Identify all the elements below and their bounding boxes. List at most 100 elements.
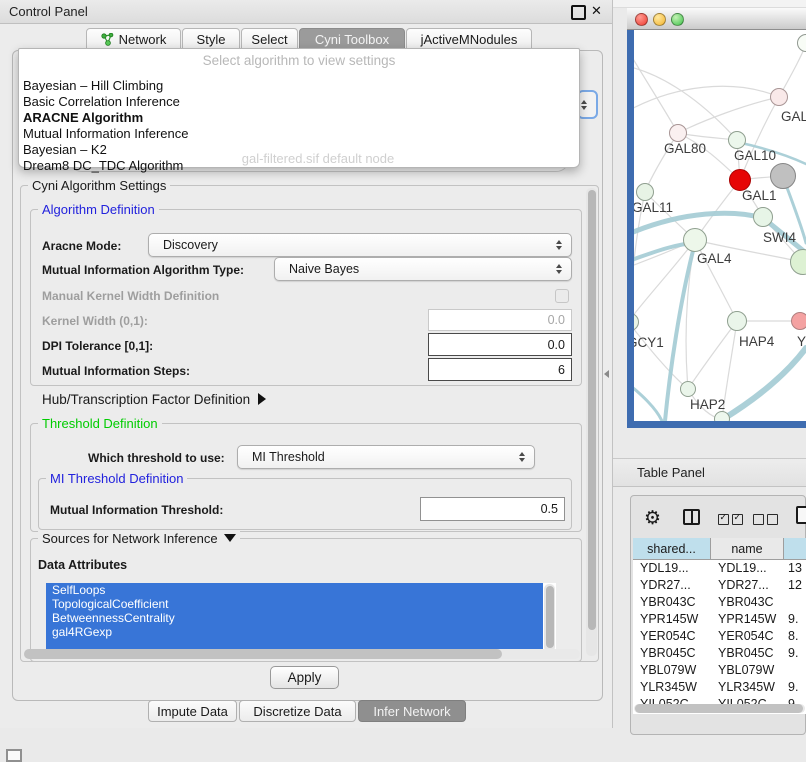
- table-cell: [784, 662, 806, 679]
- algorithm-option[interactable]: Mutual Information Inference: [19, 126, 579, 142]
- table-cell: YBR043C: [711, 594, 784, 611]
- tab-select[interactable]: Select: [241, 28, 298, 50]
- table-cell: YDL19...: [711, 560, 784, 577]
- table-row[interactable]: YBR045CYBR045C9.: [633, 645, 806, 662]
- select-all-checkboxes-icon[interactable]: [718, 512, 746, 530]
- sources-group-title[interactable]: Sources for Network Inference: [38, 531, 240, 546]
- network-node[interactable]: [636, 183, 654, 201]
- list-item[interactable]: TopologicalCoefficient: [46, 597, 543, 611]
- float-panel-icon[interactable]: [571, 5, 586, 20]
- table-cell: YBR045C: [711, 645, 784, 662]
- node-label: GAL1: [742, 188, 777, 203]
- deselect-all-checkboxes-icon[interactable]: [753, 512, 781, 530]
- list-item[interactable]: SelfLoops: [46, 583, 543, 597]
- table-cell: 12: [784, 577, 806, 594]
- algorithm-option[interactable]: Bayesian – K2: [19, 142, 579, 158]
- splitter-collapse-arrow[interactable]: [604, 370, 609, 378]
- node-label: SWI4: [763, 230, 796, 245]
- column-header[interactable]: shared...: [633, 538, 711, 560]
- close-window-icon[interactable]: [635, 13, 648, 26]
- mi-type-combo[interactable]: Naive Bayes: [274, 257, 572, 281]
- table-row[interactable]: YPR145WYPR145W9.: [633, 611, 806, 628]
- apply-button[interactable]: Apply: [270, 666, 339, 689]
- tab-impute-data[interactable]: Impute Data: [148, 700, 237, 722]
- tab-label: Style: [197, 32, 226, 47]
- which-threshold-combo[interactable]: MI Threshold: [237, 445, 535, 469]
- tab-jactivemnodules[interactable]: jActiveMNodules: [406, 28, 532, 50]
- tab-cyni-toolbox[interactable]: Cyni Toolbox: [299, 28, 405, 50]
- network-node[interactable]: [770, 88, 788, 106]
- table-cell: YBL079W: [711, 662, 784, 679]
- hub-definition-expander[interactable]: Hub/Transcription Factor Definition: [42, 392, 266, 407]
- algorithm-option[interactable]: Basic Correlation Inference: [19, 94, 579, 110]
- tab-network[interactable]: Network: [86, 28, 181, 50]
- node-label: GAL: [781, 109, 806, 124]
- aracne-mode-combo[interactable]: Discovery: [148, 233, 572, 257]
- network-node[interactable]: [714, 411, 730, 421]
- mi-threshold-group-title: MI Threshold Definition: [46, 471, 187, 486]
- minimize-window-icon[interactable]: [653, 13, 666, 26]
- table-row[interactable]: YER054CYER054C8.: [633, 628, 806, 645]
- dpi-tolerance-input[interactable]: 0.0: [428, 333, 572, 356]
- algorithm-combo-button[interactable]: [577, 90, 598, 119]
- network-node[interactable]: [669, 124, 687, 142]
- table-cell: YDL19...: [633, 560, 711, 577]
- algorithm-option[interactable]: Dream8 DC_TDC Algorithm: [19, 158, 579, 174]
- kernel-width-input[interactable]: 0.0: [428, 309, 572, 331]
- list-item[interactable]: gal4RGexp: [46, 625, 543, 639]
- close-panel-icon[interactable]: ✕: [591, 3, 602, 19]
- table-row[interactable]: YLR345WYLR345W9.: [633, 679, 806, 696]
- mit-input[interactable]: 0.5: [420, 497, 565, 521]
- table-row[interactable]: YBL079WYBL079W: [633, 662, 806, 679]
- tab-label: Select: [251, 32, 287, 47]
- list-vertical-scrollbar[interactable]: [544, 584, 555, 652]
- table-cell: YDR27...: [711, 577, 784, 594]
- table-row[interactable]: YDL19...YDL19...13: [633, 560, 806, 577]
- dropdown-prompt: Select algorithm to view settings: [19, 53, 579, 68]
- network-node[interactable]: [727, 311, 747, 331]
- gear-icon[interactable]: ⚙: [644, 507, 661, 529]
- table-row[interactable]: YBR043CYBR043C: [633, 594, 806, 611]
- network-node[interactable]: [728, 131, 746, 149]
- mit-label: Mutual Information Threshold:: [50, 503, 223, 517]
- zoom-window-icon[interactable]: [671, 13, 684, 26]
- column-header[interactable]: [784, 538, 806, 560]
- tab-infer-network[interactable]: Infer Network: [358, 700, 466, 722]
- column-header[interactable]: name: [711, 538, 784, 560]
- network-node[interactable]: [680, 381, 696, 397]
- algorithm-option[interactable]: Bayesian – Hill Climbing: [19, 78, 579, 94]
- aracne-mode-value: Discovery: [163, 238, 218, 252]
- network-node[interactable]: [683, 228, 707, 252]
- kernel-width-value: 0.0: [548, 313, 565, 327]
- network-node[interactable]: [791, 312, 806, 330]
- list-item[interactable]: BetweennessCentrality: [46, 611, 543, 625]
- settings-vertical-scrollbar[interactable]: [586, 188, 597, 656]
- table-header-row: shared... name: [633, 538, 806, 560]
- table-horizontal-scrollbar[interactable]: [634, 704, 805, 713]
- tab-label: Infer Network: [373, 704, 450, 719]
- tab-label: Discretize Data: [253, 704, 341, 719]
- table-row[interactable]: YDR27...YDR27...12: [633, 577, 806, 594]
- control-panel: Control Panel ✕ Network Style Select Cyn…: [0, 0, 613, 728]
- table-cell: [784, 594, 806, 611]
- node-label: GCY1: [634, 335, 664, 350]
- minimized-panel-icon[interactable]: [6, 749, 22, 762]
- network-node[interactable]: [753, 207, 773, 227]
- new-table-icon[interactable]: [796, 506, 806, 524]
- tab-style[interactable]: Style: [182, 28, 240, 50]
- table-cell: YLR345W: [711, 679, 784, 696]
- node-label: Y: [797, 334, 806, 349]
- network-node[interactable]: [770, 163, 796, 189]
- algorithm-option[interactable]: ARACNE Algorithm: [19, 110, 579, 126]
- network-window-titlebar[interactable]: [627, 8, 806, 30]
- tab-discretize-data[interactable]: Discretize Data: [239, 700, 356, 722]
- table-cell: YER054C: [711, 628, 784, 645]
- table-cell: 9.: [784, 679, 806, 696]
- columns-icon[interactable]: [683, 509, 700, 525]
- mi-steps-input[interactable]: 6: [428, 358, 572, 381]
- network-canvas[interactable]: GALGAL80GAL10GAL1GAL11SWI4GAL4GCY1HAP4YH…: [634, 30, 806, 421]
- mi-type-value: Naive Bayes: [289, 262, 359, 276]
- manual-kernel-checkbox[interactable]: [555, 289, 569, 303]
- settings-horizontal-scrollbar[interactable]: [24, 649, 580, 659]
- expander-collapsed-icon: [258, 393, 266, 405]
